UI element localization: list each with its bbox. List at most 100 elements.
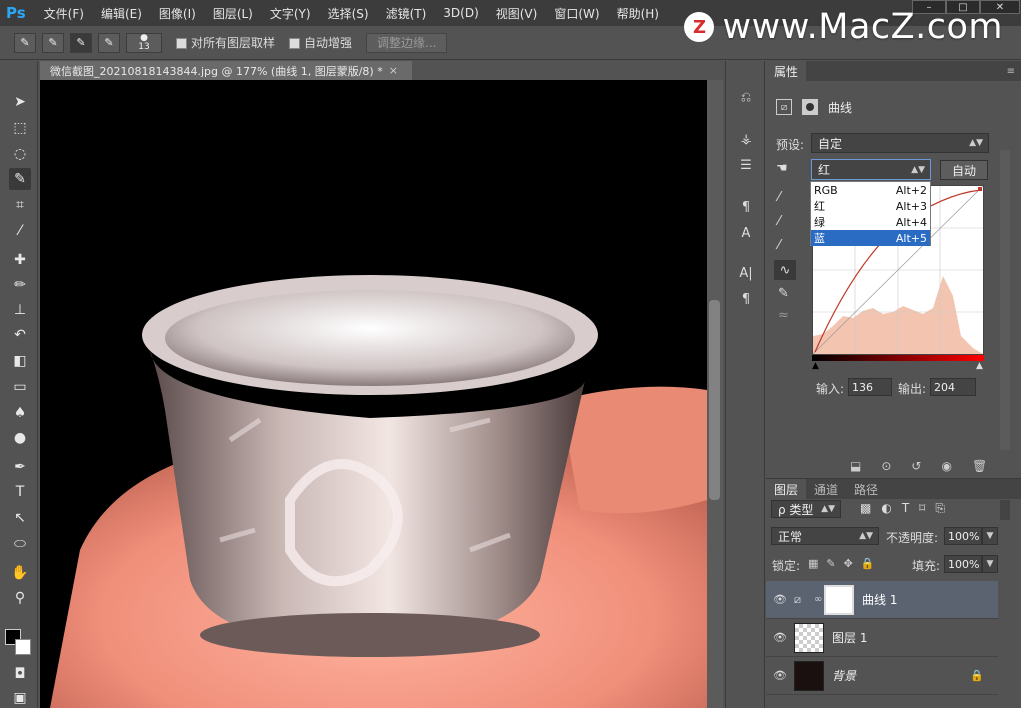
filter-pixel-icon[interactable]: ▩ <box>860 501 871 516</box>
menu-type[interactable]: 文字(Y) <box>270 5 311 22</box>
hand-tool-icon[interactable]: ✋ <box>9 562 31 584</box>
layer-mask-thumbnail[interactable] <box>824 584 854 615</box>
tab-channels[interactable]: 通道 <box>806 479 846 499</box>
visibility-eye-icon[interactable]: 👁 <box>766 593 794 606</box>
layer-filter-select[interactable]: ρ 类型 ▲▼ <box>771 500 841 518</box>
document-close-icon[interactable]: × <box>389 64 398 77</box>
zoom-tool-icon[interactable]: ⚲ <box>9 587 31 609</box>
quick-selection-tool-preset[interactable]: ✎ <box>14 32 36 53</box>
tab-paths[interactable]: 路径 <box>846 479 886 499</box>
marquee-tool-icon[interactable]: ⬚ <box>9 117 31 139</box>
fill-field[interactable]: 100% <box>944 555 982 573</box>
reset-adjustments-icon[interactable]: ↺ <box>911 459 921 473</box>
layers-scrollbar[interactable] <box>1000 500 1010 520</box>
quick-mask-icon[interactable]: ◘ <box>9 663 31 685</box>
opacity-dropdown-icon[interactable]: ▼ <box>982 527 998 545</box>
channel-option-rgb[interactable]: RGB Alt+2 <box>811 182 930 198</box>
view-previous-state-icon[interactable]: ⊙ <box>881 459 891 473</box>
menu-filter[interactable]: 滤镜(T) <box>386 5 427 22</box>
input-value-field[interactable]: 136 <box>848 378 892 396</box>
menu-help[interactable]: 帮助(H) <box>617 5 659 22</box>
link-icon[interactable]: ∞ <box>814 594 824 605</box>
auto-enhance-checkbox[interactable]: 自动增强 <box>289 34 352 51</box>
lock-position-icon[interactable]: ✥ <box>844 557 853 570</box>
layer-mask-icon[interactable] <box>802 99 818 115</box>
gradient-tool-icon[interactable]: ▭ <box>9 376 31 398</box>
blend-mode-select[interactable]: 正常 ▲▼ <box>771 527 879 545</box>
quick-selection-tool-icon[interactable]: ✎ <box>9 168 31 190</box>
document-tab[interactable]: 微信截图_20210818143844.jpg @ 177% (曲线 1, 图层… <box>40 61 412 80</box>
properties-scrollbar[interactable] <box>1000 150 1010 450</box>
target-adjust-hand-icon[interactable]: ☚ <box>776 161 796 181</box>
menu-file[interactable]: 文件(F) <box>44 5 84 22</box>
brush-panel-icon[interactable]: ⚶ <box>736 129 756 149</box>
menu-view[interactable]: 视图(V) <box>496 5 538 22</box>
auto-button[interactable]: 自动 <box>940 160 988 180</box>
channel-option-red[interactable]: 红 Alt+3 <box>811 198 930 214</box>
subtract-selection-icon[interactable]: ✎ <box>98 32 120 53</box>
menu-layer[interactable]: 图层(L) <box>213 5 253 22</box>
output-value-field[interactable]: 204 <box>930 378 976 396</box>
lock-image-icon[interactable]: ✎ <box>826 557 835 570</box>
layer-row-layer1[interactable]: 👁 图层 1 <box>766 619 998 657</box>
preset-select[interactable]: 自定 ▲▼ <box>811 133 989 153</box>
white-point-slider[interactable]: ▲ <box>976 361 983 371</box>
dodge-tool-icon[interactable]: ● <box>9 427 31 449</box>
eraser-tool-icon[interactable]: ◧ <box>9 350 31 372</box>
pen-tool-icon[interactable]: ✒ <box>9 456 31 478</box>
toggle-visibility-icon[interactable]: ◉ <box>941 459 951 473</box>
filter-smart-object-icon[interactable]: ⎘ <box>935 501 945 516</box>
filter-type-icon[interactable]: T <box>902 501 909 516</box>
paragraph-styles-icon[interactable]: ¶ <box>736 197 756 217</box>
menu-3d[interactable]: 3D(D) <box>443 6 478 20</box>
brush-presets-icon[interactable]: ☰ <box>736 155 756 175</box>
canvas-scroll-thumb[interactable] <box>709 300 720 500</box>
draw-pencil-icon[interactable]: ✎ <box>778 286 789 301</box>
tab-properties[interactable]: 属性 <box>766 61 807 81</box>
move-tool-icon[interactable]: ➤ <box>9 91 31 113</box>
tab-layers[interactable]: 图层 <box>766 479 807 499</box>
black-point-eyedropper-icon[interactable]: ⁄ <box>778 190 780 205</box>
lock-all-icon[interactable]: 🔒 <box>861 557 875 570</box>
healing-brush-tool-icon[interactable]: ✚ <box>9 249 31 271</box>
brush-tool-icon[interactable]: ✏ <box>9 274 31 296</box>
panel-menu-icon[interactable]: ≡ <box>1007 66 1015 77</box>
paragraph-panel-icon[interactable]: ¶ <box>736 289 756 309</box>
fill-dropdown-icon[interactable]: ▼ <box>982 555 998 573</box>
history-panel-icon[interactable]: ⎌ <box>736 87 756 107</box>
type-tool-icon[interactable]: T <box>9 481 31 503</box>
gray-point-eyedropper-icon[interactable]: ⁄ <box>778 214 780 229</box>
edit-points-curve-icon[interactable]: ∿ <box>774 260 796 280</box>
add-to-selection-icon[interactable]: ✎ <box>70 32 92 53</box>
menu-edit[interactable]: 编辑(E) <box>101 5 142 22</box>
visibility-eye-icon[interactable]: 👁 <box>766 631 794 644</box>
opacity-field[interactable]: 100% <box>944 527 982 545</box>
character-styles-icon[interactable]: A <box>736 223 756 243</box>
new-selection-icon[interactable]: ✎ <box>42 32 64 53</box>
crop-tool-icon[interactable]: ⌗ <box>9 194 31 216</box>
smooth-curve-icon[interactable]: ≈ <box>778 308 789 323</box>
lock-transparent-icon[interactable]: ▦ <box>808 557 818 570</box>
layer-name[interactable]: 曲线 1 <box>862 591 897 608</box>
delete-adjustment-icon[interactable]: 🗑 <box>972 459 987 473</box>
sample-all-layers-checkbox[interactable]: 对所有图层取样 <box>176 34 275 51</box>
layer-row-background[interactable]: 👁 背景 🔒 <box>766 657 998 695</box>
blur-tool-icon[interactable]: ♠ <box>9 402 31 424</box>
character-panel-icon[interactable]: A| <box>736 263 756 283</box>
brush-size-picker[interactable]: ● 13 <box>126 32 162 53</box>
filter-shape-icon[interactable]: ⌑ <box>919 501 925 516</box>
menu-image[interactable]: 图像(I) <box>159 5 196 22</box>
layer-name[interactable]: 图层 1 <box>832 629 867 646</box>
filter-adjustment-icon[interactable]: ◐ <box>881 501 891 516</box>
channel-select[interactable]: 红 ▲▼ <box>811 159 931 180</box>
clip-to-layer-icon[interactable]: ⬓ <box>850 459 861 473</box>
menu-select[interactable]: 选择(S) <box>328 5 369 22</box>
channel-option-blue[interactable]: 蓝 Alt+5 <box>811 230 930 246</box>
image-canvas[interactable] <box>40 80 707 708</box>
ellipse-tool-icon[interactable]: ⬭ <box>9 533 31 555</box>
layer-name[interactable]: 背景 <box>832 667 856 684</box>
channel-option-green[interactable]: 绿 Alt+4 <box>811 214 930 230</box>
history-brush-tool-icon[interactable]: ↶ <box>9 324 31 346</box>
screen-mode-icon[interactable]: ▣ <box>9 687 31 708</box>
clone-stamp-tool-icon[interactable]: ⊥ <box>9 299 31 321</box>
